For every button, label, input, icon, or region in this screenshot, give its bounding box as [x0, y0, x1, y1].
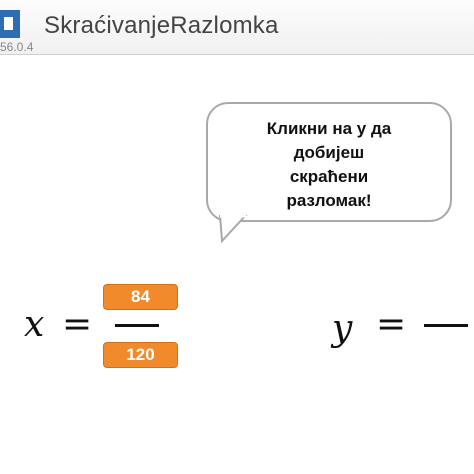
y-fraction-bar [424, 324, 468, 327]
bubble-line-3: скраћени [289, 167, 369, 186]
version-label: 56.0.4 [0, 40, 34, 54]
bubble-line-1: Кликни на y да [266, 119, 392, 138]
y-variable[interactable]: y [332, 308, 352, 349]
denominator-slot[interactable]: 120 [103, 342, 178, 368]
x-equals-sign: = [62, 304, 93, 345]
x-fraction-bar [115, 324, 159, 327]
speech-bubble-tail [218, 215, 248, 244]
speech-bubble-text: Кликни на y да добијеш скраћени разломак… [206, 117, 452, 213]
window-title: SkraćivanjeRazlomka [44, 12, 279, 39]
x-variable: x [24, 304, 45, 345]
y-equals-sign: = [376, 304, 407, 345]
title-bar: SkraćivanjeRazlomka 56.0.4 [0, 0, 474, 55]
app-icon [0, 10, 20, 38]
bubble-line-2: добијеш [293, 143, 365, 162]
bubble-line-4: разломак! [286, 191, 372, 210]
numerator-slot[interactable]: 84 [103, 284, 178, 310]
